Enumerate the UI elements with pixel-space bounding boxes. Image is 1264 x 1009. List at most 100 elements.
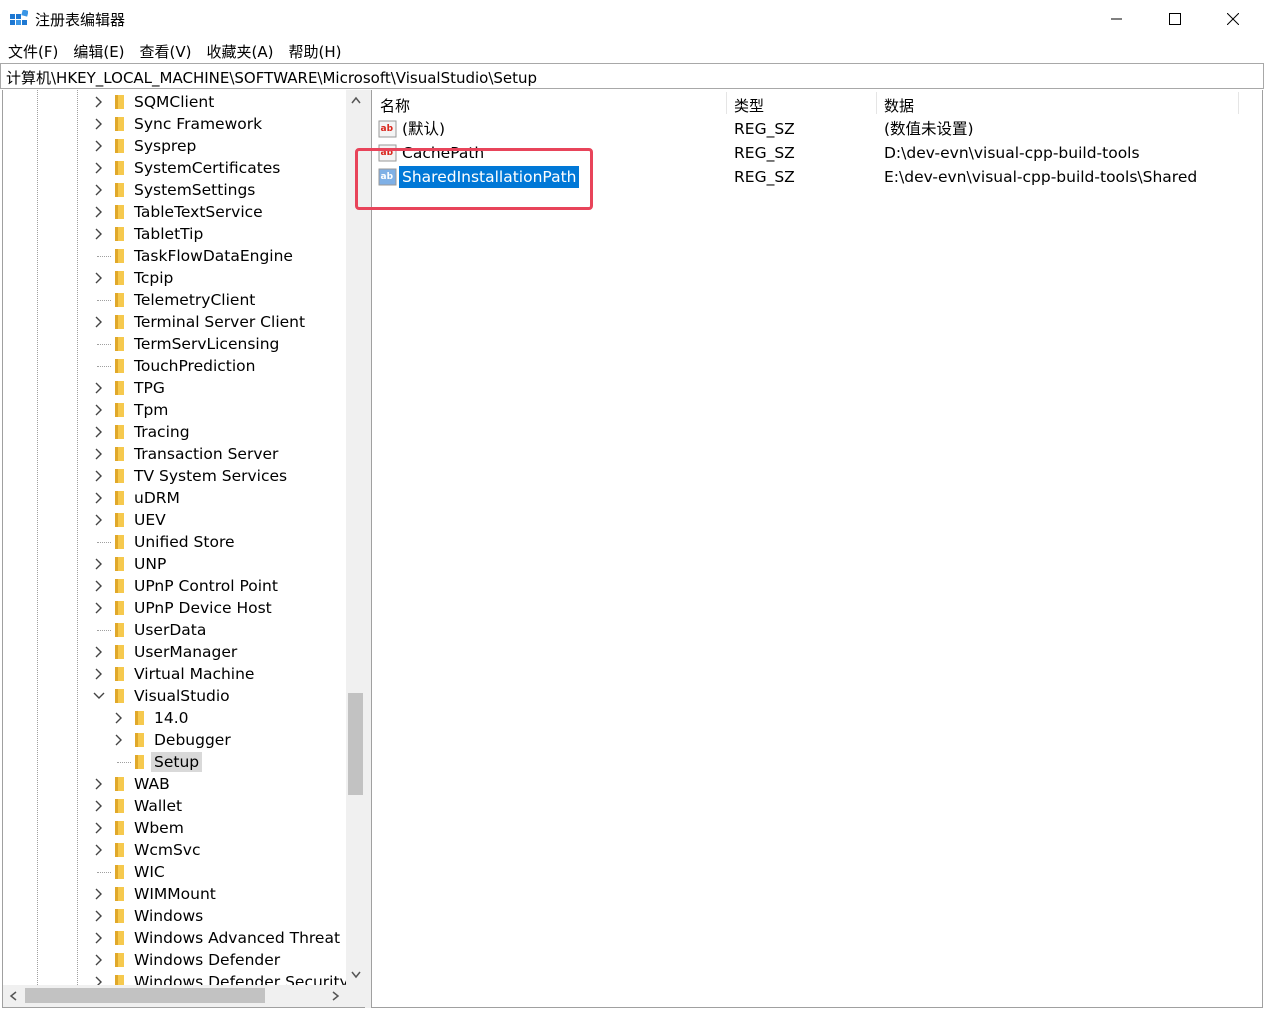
tree-scroll-thumb[interactable]	[348, 693, 363, 795]
tree-node-label[interactable]: TouchPrediction	[131, 356, 259, 376]
chevron-right-icon[interactable]	[93, 403, 105, 417]
chevron-right-icon[interactable]	[93, 821, 105, 835]
chevron-right-icon[interactable]	[93, 777, 105, 791]
value-name[interactable]: (默认)	[399, 118, 448, 140]
chevron-right-icon[interactable]	[93, 183, 105, 197]
menu-view[interactable]: 查看(V)	[132, 38, 199, 62]
tree-node-label[interactable]: SystemSettings	[131, 180, 258, 200]
tree-node[interactable]: Transaction Server	[93, 443, 346, 465]
tree-node[interactable]: 14.0	[113, 707, 346, 729]
tree-node[interactable]: Sync Framework	[93, 113, 346, 135]
tree-node-label[interactable]: UserManager	[131, 642, 240, 662]
tree-node-label[interactable]: UNP	[131, 554, 169, 574]
tree-node-label[interactable]: Wallet	[131, 796, 185, 816]
tree-node[interactable]: Setup	[113, 751, 346, 773]
tree-node[interactable]: TermServLicensing	[93, 333, 346, 355]
chevron-right-icon[interactable]	[93, 513, 105, 527]
menu-file[interactable]: 文件(F)	[0, 38, 65, 62]
tree-node-label[interactable]: Tracing	[131, 422, 193, 442]
column-header-data[interactable]: 数据	[876, 90, 1238, 116]
tree-node[interactable]: Wallet	[93, 795, 346, 817]
menu-edit[interactable]: 编辑(E)	[65, 38, 131, 62]
tree-node-label[interactable]: Windows Defender	[131, 950, 283, 970]
chevron-right-icon[interactable]	[93, 975, 105, 985]
tree-node-label[interactable]: UserData	[131, 620, 209, 640]
chevron-right-icon[interactable]	[93, 645, 105, 659]
tree-node-label[interactable]: TPG	[131, 378, 168, 398]
tree-node[interactable]: Wbem	[93, 817, 346, 839]
tree-node[interactable]: UserData	[93, 619, 346, 641]
tree-node-label[interactable]: WIC	[131, 862, 168, 882]
chevron-right-icon[interactable]	[93, 491, 105, 505]
value-row[interactable]: ab (默认) REG_SZ (数值未设置)	[372, 117, 1264, 141]
tree-node[interactable]: TPG	[93, 377, 346, 399]
tree-node-label[interactable]: uDRM	[131, 488, 183, 508]
chevron-right-icon[interactable]	[93, 139, 105, 153]
tree-node-label[interactable]: Debugger	[151, 730, 234, 750]
address-path[interactable]: 计算机\HKEY_LOCAL_MACHINE\SOFTWARE\Microsof…	[6, 67, 537, 88]
tree-node[interactable]: Windows Defender	[93, 949, 346, 971]
tree-node[interactable]: UPnP Control Point	[93, 575, 346, 597]
tree-node[interactable]: WIMMount	[93, 883, 346, 905]
chevron-right-icon[interactable]	[93, 425, 105, 439]
chevron-right-icon[interactable]	[93, 557, 105, 571]
address-bar[interactable]: 计算机\HKEY_LOCAL_MACHINE\SOFTWARE\Microsof…	[0, 63, 1264, 89]
tree-node[interactable]: TouchPrediction	[93, 355, 346, 377]
chevron-right-icon[interactable]	[93, 227, 105, 241]
tree-node[interactable]: TaskFlowDataEngine	[93, 245, 346, 267]
tree-node[interactable]: Terminal Server Client	[93, 311, 346, 333]
tree-node-label[interactable]: TelemetryClient	[131, 290, 258, 310]
tree-node[interactable]: Windows	[93, 905, 346, 927]
tree-node[interactable]: Tpm	[93, 399, 346, 421]
tree-node-label[interactable]: WAB	[131, 774, 173, 794]
tree-node[interactable]: WAB	[93, 773, 346, 795]
tree-node-label[interactable]: Wbem	[131, 818, 187, 838]
tree-node-label[interactable]: UPnP Device Host	[131, 598, 275, 618]
chevron-right-icon[interactable]	[93, 95, 105, 109]
tree-node-label[interactable]: SystemCertificates	[131, 158, 283, 178]
chevron-right-icon[interactable]	[93, 161, 105, 175]
tree-vertical-scrollbar[interactable]	[346, 90, 365, 985]
menu-favorites[interactable]: 收藏夹(A)	[199, 38, 281, 62]
tree-node-label[interactable]: TV System Services	[131, 466, 290, 486]
close-button[interactable]	[1204, 0, 1262, 38]
chevron-right-icon[interactable]	[93, 843, 105, 857]
chevron-right-icon[interactable]	[93, 447, 105, 461]
tree-node-label[interactable]: Windows Advanced Threat Pr	[131, 928, 346, 948]
tree-node[interactable]: VisualStudio	[93, 685, 346, 707]
tree-node-label[interactable]: Transaction Server	[131, 444, 281, 464]
tree-node[interactable]: UserManager	[93, 641, 346, 663]
chevron-right-icon[interactable]	[93, 931, 105, 945]
scroll-left-button[interactable]	[3, 985, 23, 1007]
tree-node-label[interactable]: Windows	[131, 906, 206, 926]
tree-node[interactable]: WcmSvc	[93, 839, 346, 861]
scroll-down-button[interactable]	[346, 965, 365, 985]
chevron-right-icon[interactable]	[113, 733, 125, 747]
chevron-right-icon[interactable]	[93, 667, 105, 681]
chevron-right-icon[interactable]	[93, 579, 105, 593]
chevron-down-icon[interactable]	[93, 689, 105, 703]
tree-node[interactable]: Sysprep	[93, 135, 346, 157]
tree-node[interactable]: TabletTip	[93, 223, 346, 245]
tree-node[interactable]: TableTextService	[93, 201, 346, 223]
tree-horizontal-scrollbar[interactable]	[3, 985, 346, 1007]
tree-node[interactable]: uDRM	[93, 487, 346, 509]
column-header-name[interactable]: 名称	[372, 90, 726, 116]
chevron-right-icon[interactable]	[93, 953, 105, 967]
chevron-right-icon[interactable]	[93, 601, 105, 615]
menu-help[interactable]: 帮助(H)	[280, 38, 348, 62]
scroll-up-button[interactable]	[346, 90, 365, 110]
column-separator[interactable]	[1238, 92, 1239, 114]
chevron-right-icon[interactable]	[93, 909, 105, 923]
tree-node-label[interactable]: SQMClient	[131, 92, 217, 112]
chevron-right-icon[interactable]	[113, 711, 125, 725]
chevron-right-icon[interactable]	[93, 799, 105, 813]
tree-node[interactable]: Tcpip	[93, 267, 346, 289]
tree-node[interactable]: SystemSettings	[93, 179, 346, 201]
maximize-button[interactable]	[1146, 0, 1204, 38]
tree-node[interactable]: Windows Defender Security C	[93, 971, 346, 985]
chevron-right-icon[interactable]	[93, 315, 105, 329]
tree-node[interactable]: SystemCertificates	[93, 157, 346, 179]
minimize-button[interactable]	[1088, 0, 1146, 38]
tree-node-label[interactable]: Tpm	[131, 400, 171, 420]
